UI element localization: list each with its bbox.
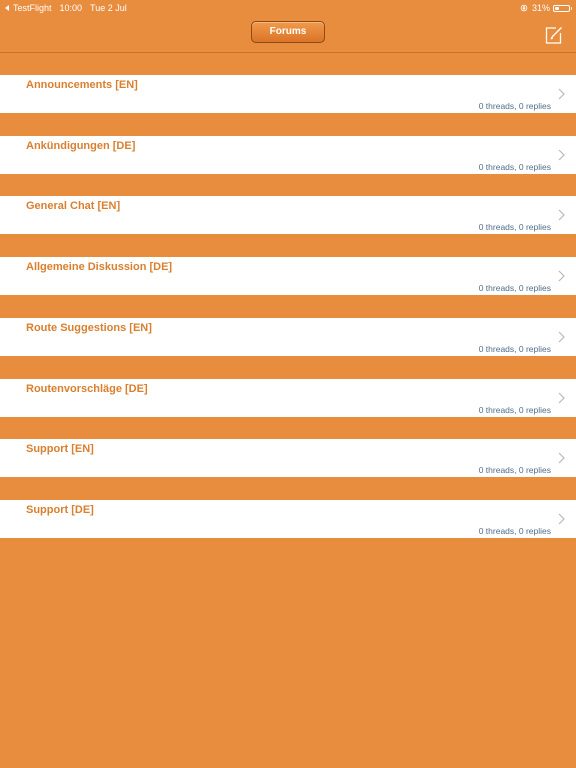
- forum-stats: 0 threads, 0 replies: [478, 101, 551, 111]
- forum-row-8[interactable]: Support [DE] 0 threads, 0 replies: [0, 499, 576, 538]
- forum-title: Support [EN]: [26, 443, 94, 456]
- status-time: 10:00: [59, 3, 83, 13]
- forum-stats: 0 threads, 0 replies: [478, 525, 551, 536]
- forum-row-1[interactable]: Announcements [EN] 0 threads, 0 replies: [0, 75, 576, 113]
- chevron-right-icon: [558, 149, 565, 161]
- forum-row-6[interactable]: Routenvorschläge [DE] 0 threads, 0 repli…: [0, 378, 576, 417]
- battery-nub: [570, 7, 572, 10]
- compose-button[interactable]: [543, 24, 565, 46]
- forum-title: Route Suggestions [EN]: [26, 321, 152, 334]
- forum-title: Routenvorschläge [DE]: [26, 382, 148, 395]
- forum-row-5[interactable]: Route Suggestions [EN] 0 threads, 0 repl…: [0, 317, 576, 356]
- chevron-right-icon: [558, 513, 565, 525]
- rotation-lock-icon: [520, 4, 528, 12]
- chevron-right-icon: [558, 88, 565, 100]
- forum-stats: 0 threads, 0 replies: [478, 222, 551, 233]
- forum-title: Support [DE]: [26, 503, 94, 516]
- battery-icon: [553, 4, 572, 12]
- compose-icon: [545, 27, 562, 44]
- status-right: 31%: [520, 0, 572, 16]
- battery-percent: 31%: [531, 3, 550, 13]
- chevron-right-icon: [558, 209, 565, 221]
- forum-stats: 0 threads, 0 replies: [478, 161, 551, 172]
- battery-fill: [555, 6, 559, 10]
- chevron-right-icon: [558, 452, 565, 464]
- forum-title: Allgemeine Diskussion [DE]: [26, 261, 173, 274]
- forum-row-7[interactable]: Support [EN] 0 threads, 0 replies: [0, 439, 576, 478]
- forum-title: General Chat [EN]: [26, 200, 121, 213]
- forums-button[interactable]: Forums: [251, 21, 325, 43]
- forum-title: Ankündigungen [DE]: [26, 139, 136, 152]
- forum-stats: 0 threads, 0 replies: [478, 404, 551, 415]
- forum-stats: 0 threads, 0 replies: [478, 283, 551, 294]
- forum-title: Announcements [EN]: [26, 79, 138, 91]
- status-date: Tue 2 Jul: [90, 3, 127, 13]
- back-to-app-label[interactable]: TestFlight: [13, 0, 52, 16]
- forum-row-2[interactable]: Ankündigungen [DE] 0 threads, 0 replies: [0, 135, 576, 174]
- forum-stats: 0 threads, 0 replies: [478, 343, 551, 354]
- chevron-right-icon: [558, 331, 565, 343]
- chevron-right-icon: [558, 392, 565, 403]
- forum-row-4[interactable]: Allgemeine Diskussion [DE] 0 threads, 0 …: [0, 257, 576, 296]
- back-arrow-icon[interactable]: [5, 5, 9, 11]
- forum-stats: 0 threads, 0 replies: [478, 465, 551, 476]
- status-bar: TestFlight 10:00 Tue 2 Jul 31%: [0, 0, 576, 16]
- chevron-right-icon: [558, 270, 565, 282]
- navigation-bar: Forums: [0, 16, 576, 53]
- status-left: TestFlight 10:00 Tue 2 Jul: [5, 0, 127, 16]
- forum-row-3[interactable]: General Chat [EN] 0 threads, 0 replies: [0, 196, 576, 235]
